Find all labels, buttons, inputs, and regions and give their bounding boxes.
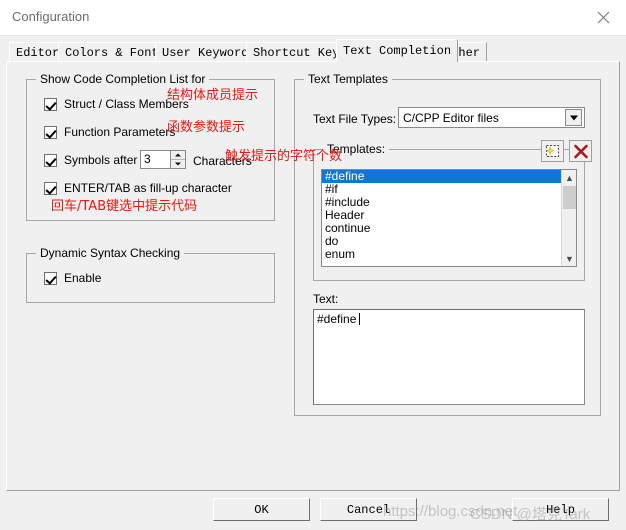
delete-template-icon[interactable] <box>569 140 592 162</box>
checkbox-label: Symbols after <box>64 153 138 167</box>
template-text-value: #define <box>317 312 357 326</box>
list-item[interactable]: #include <box>322 196 561 209</box>
list-item[interactable]: enum <box>322 248 561 261</box>
tab-strip: Editor Colors & Fonts User Keywords Shor… <box>0 36 626 62</box>
checkbox-enter-tab-fillup[interactable]: ENTER/TAB as fill-up character <box>44 181 232 195</box>
templates-listbox[interactable]: #define #if #include Header continue do … <box>321 169 577 267</box>
checkbox-box[interactable] <box>44 181 57 195</box>
checkbox-box[interactable] <box>44 153 57 167</box>
symbols-after-input[interactable]: 3 <box>140 150 170 169</box>
annotation-trigger-characters: 触发提示的字符个数 <box>225 149 343 164</box>
text-file-types-label: Text File Types: <box>313 112 397 126</box>
stepper-up-icon[interactable] <box>171 151 185 160</box>
checkbox-enable-syntax-checking[interactable]: Enable <box>44 271 101 285</box>
templates-scrollbar[interactable]: ▲ ▼ <box>561 170 576 266</box>
list-item[interactable]: continue <box>322 222 561 235</box>
group-dynamic-syntax-checking: Dynamic Syntax Checking Enable <box>26 246 275 303</box>
text-label: Text: <box>313 292 339 306</box>
scrollbar-thumb[interactable] <box>563 186 576 209</box>
checkbox-box[interactable] <box>44 271 57 285</box>
checkbox-label: Enable <box>64 271 102 285</box>
group-text-templates: Text Templates Text File Types: C/CPP Ed… <box>294 72 601 416</box>
list-item[interactable]: #define <box>322 170 561 183</box>
tab-page-text-completion: Show Code Completion List for Struct / C… <box>6 61 620 491</box>
list-item[interactable]: do <box>322 235 561 248</box>
ok-button[interactable]: OK <box>213 498 310 521</box>
checkbox-label: ENTER/TAB as fill-up character <box>64 181 232 195</box>
title-bar: Configuration <box>0 0 626 36</box>
help-button[interactable]: Help <box>512 498 609 521</box>
red-x-glyph <box>573 144 588 158</box>
cancel-button[interactable]: Cancel <box>320 498 417 521</box>
text-file-types-value: C/CPP Editor files <box>403 110 499 125</box>
checkbox-box[interactable] <box>44 125 57 139</box>
symbols-after-stepper[interactable]: 3 <box>140 150 186 169</box>
checkbox-box[interactable] <box>44 97 57 111</box>
tab-text-completion[interactable]: Text Completion <box>336 39 459 62</box>
close-glyph <box>597 11 609 24</box>
text-caret <box>359 313 361 325</box>
templates-list: #define #if #include Header continue do … <box>322 170 561 266</box>
chevron-down-icon[interactable] <box>565 109 582 126</box>
scroll-up-icon[interactable]: ▲ <box>562 170 576 185</box>
group-caption-dynamic-syntax: Dynamic Syntax Checking <box>36 246 185 260</box>
new-template-glyph <box>545 145 559 157</box>
window-title: Configuration <box>12 9 90 24</box>
scroll-down-icon[interactable]: ▼ <box>562 251 576 266</box>
list-item[interactable]: #if <box>322 183 561 196</box>
template-text-editor[interactable]: #define <box>313 309 585 405</box>
new-template-icon[interactable] <box>541 140 564 162</box>
annotation-enter-tab: 回车/TAB键选中提示代码 <box>51 199 198 214</box>
group-caption-text-templates: Text Templates <box>304 72 392 86</box>
text-file-types-combobox[interactable]: C/CPP Editor files <box>398 107 585 128</box>
list-item[interactable]: Header <box>322 209 561 222</box>
close-icon[interactable] <box>580 0 626 35</box>
stepper-down-icon[interactable] <box>171 160 185 168</box>
checkbox-symbols-after[interactable]: Symbols after <box>44 153 137 167</box>
annotation-function-parameters: 函数参数提示 <box>167 120 246 135</box>
checkbox-label: Function Parameters <box>64 125 176 139</box>
stepper-buttons[interactable] <box>170 150 186 169</box>
annotation-struct-members: 结构体成员提示 <box>167 88 259 103</box>
checkbox-function-parameters[interactable]: Function Parameters <box>44 125 175 139</box>
